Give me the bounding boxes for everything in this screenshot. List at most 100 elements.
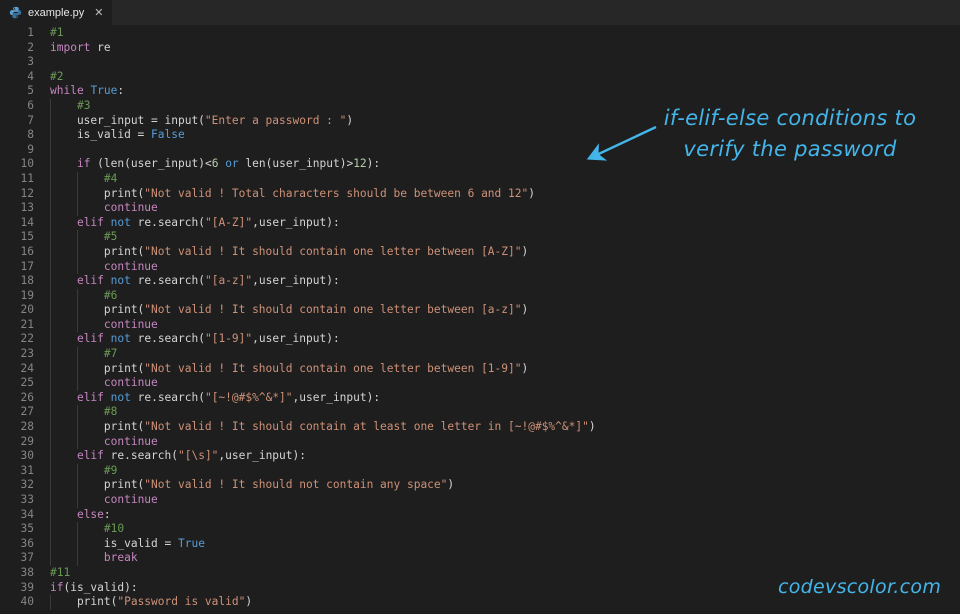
indent-guide — [50, 143, 51, 158]
line-number: 15 — [0, 230, 34, 245]
code-text: #8 — [50, 405, 117, 418]
indent-guide — [50, 172, 51, 187]
annotation-text: if-elif-else conditions to verify the pa… — [638, 103, 942, 165]
code-text: if (len(user_input)<6 or len(user_input)… — [50, 157, 380, 170]
code-line[interactable]: 28 print("Not valid ! It should contain … — [0, 420, 960, 435]
indent-guide — [50, 201, 51, 216]
indent-guide — [50, 405, 51, 420]
code-line[interactable]: 26 elif not re.search("[~!@#$%^&*]",user… — [0, 391, 960, 406]
line-number: 35 — [0, 522, 34, 537]
code-text: elif not re.search("[a-z]",user_input): — [50, 274, 340, 287]
code-text: is_valid = True — [50, 537, 205, 550]
code-line[interactable]: 12 print("Not valid ! Total characters s… — [0, 187, 960, 202]
indent-guide — [50, 303, 51, 318]
indent-guide — [50, 274, 51, 289]
indent-guide — [50, 435, 51, 450]
code-text: continue — [50, 201, 158, 214]
code-text: break — [50, 551, 138, 564]
code-text: #2 — [50, 70, 63, 83]
line-number: 9 — [0, 143, 34, 158]
indent-guide — [50, 216, 51, 231]
code-line[interactable]: 30 elif re.search("[\s]",user_input): — [0, 449, 960, 464]
code-text: print("Password is valid") — [50, 595, 252, 608]
indent-guide — [50, 420, 51, 435]
indent-guide — [77, 435, 78, 450]
code-text: print("Not valid ! It should contain one… — [50, 245, 528, 258]
code-line[interactable]: 35 #10 — [0, 522, 960, 537]
code-line[interactable]: 34 else: — [0, 508, 960, 523]
indent-guide — [50, 522, 51, 537]
line-number: 29 — [0, 435, 34, 450]
indent-guide — [50, 114, 51, 129]
line-number: 19 — [0, 289, 34, 304]
line-number: 7 — [0, 114, 34, 129]
code-line[interactable]: 37 break — [0, 551, 960, 566]
code-line[interactable]: 25 continue — [0, 376, 960, 391]
tab-label: example.py — [28, 7, 84, 19]
line-number: 1 — [0, 26, 34, 41]
line-number: 14 — [0, 216, 34, 231]
line-number: 22 — [0, 332, 34, 347]
line-number: 2 — [0, 41, 34, 56]
line-number: 5 — [0, 84, 34, 99]
code-text: continue — [50, 318, 158, 331]
python-icon — [9, 6, 22, 19]
code-line[interactable]: 1 #1 — [0, 26, 960, 41]
code-line[interactable]: 21 continue — [0, 318, 960, 333]
code-line[interactable]: 13 continue — [0, 201, 960, 216]
code-line[interactable]: 16 print("Not valid ! It should contain … — [0, 245, 960, 260]
indent-guide — [50, 391, 51, 406]
indent-guide — [50, 230, 51, 245]
code-text: #4 — [50, 172, 117, 185]
line-number: 37 — [0, 551, 34, 566]
code-line[interactable]: 2import re — [0, 41, 960, 56]
code-line[interactable]: 17 continue — [0, 260, 960, 275]
code-text: if(is_valid): — [50, 581, 138, 594]
code-text: #1 — [50, 26, 63, 39]
code-line[interactable]: 27 #8 — [0, 405, 960, 420]
code-text: #11 — [50, 566, 70, 579]
line-number: 11 — [0, 172, 34, 187]
indent-guide — [50, 537, 51, 552]
code-text: while True: — [50, 84, 124, 97]
indent-guide — [77, 245, 78, 260]
line-number: 3 — [0, 55, 34, 70]
code-line[interactable]: 14 elif not re.search("[A-Z]",user_input… — [0, 216, 960, 231]
line-number: 38 — [0, 566, 34, 581]
code-line[interactable]: 31 #9 — [0, 464, 960, 479]
code-line[interactable]: 3 — [0, 55, 960, 70]
code-text: #7 — [50, 347, 117, 360]
indent-guide — [77, 537, 78, 552]
code-text: print("Not valid ! It should not contain… — [50, 478, 454, 491]
code-line[interactable]: 24 print("Not valid ! It should contain … — [0, 362, 960, 377]
code-line[interactable]: 11 #4 — [0, 172, 960, 187]
code-line[interactable]: 18 elif not re.search("[a-z]",user_input… — [0, 274, 960, 289]
line-number: 27 — [0, 405, 34, 420]
indent-guide — [77, 289, 78, 304]
indent-guide — [77, 551, 78, 566]
tab-example-py[interactable]: example.py ✕ — [0, 0, 112, 25]
indent-guide — [50, 464, 51, 479]
code-text: print("Not valid ! It should contain one… — [50, 362, 528, 375]
code-line[interactable]: 33 continue — [0, 493, 960, 508]
code-line[interactable]: 19 #6 — [0, 289, 960, 304]
code-line[interactable]: 29 continue — [0, 435, 960, 450]
code-line[interactable]: 20 print("Not valid ! It should contain … — [0, 303, 960, 318]
code-line[interactable]: 32 print("Not valid ! It should not cont… — [0, 478, 960, 493]
indent-guide — [50, 245, 51, 260]
line-number: 20 — [0, 303, 34, 318]
code-line[interactable]: 15 #5 — [0, 230, 960, 245]
indent-guide — [77, 201, 78, 216]
line-number: 17 — [0, 260, 34, 275]
code-text: print("Not valid ! It should contain one… — [50, 303, 528, 316]
code-text: elif not re.search("[A-Z]",user_input): — [50, 216, 340, 229]
tab-close-icon[interactable]: ✕ — [94, 7, 103, 18]
code-line[interactable]: 4#2 — [0, 70, 960, 85]
indent-guide — [50, 449, 51, 464]
code-line[interactable]: 22 elif not re.search("[1-9]",user_input… — [0, 332, 960, 347]
code-text: user_input = input("Enter a password : "… — [50, 114, 353, 127]
code-line[interactable]: 23 #7 — [0, 347, 960, 362]
code-line[interactable]: 36 is_valid = True — [0, 537, 960, 552]
indent-guide — [50, 289, 51, 304]
code-line[interactable]: 5 while True: — [0, 84, 960, 99]
